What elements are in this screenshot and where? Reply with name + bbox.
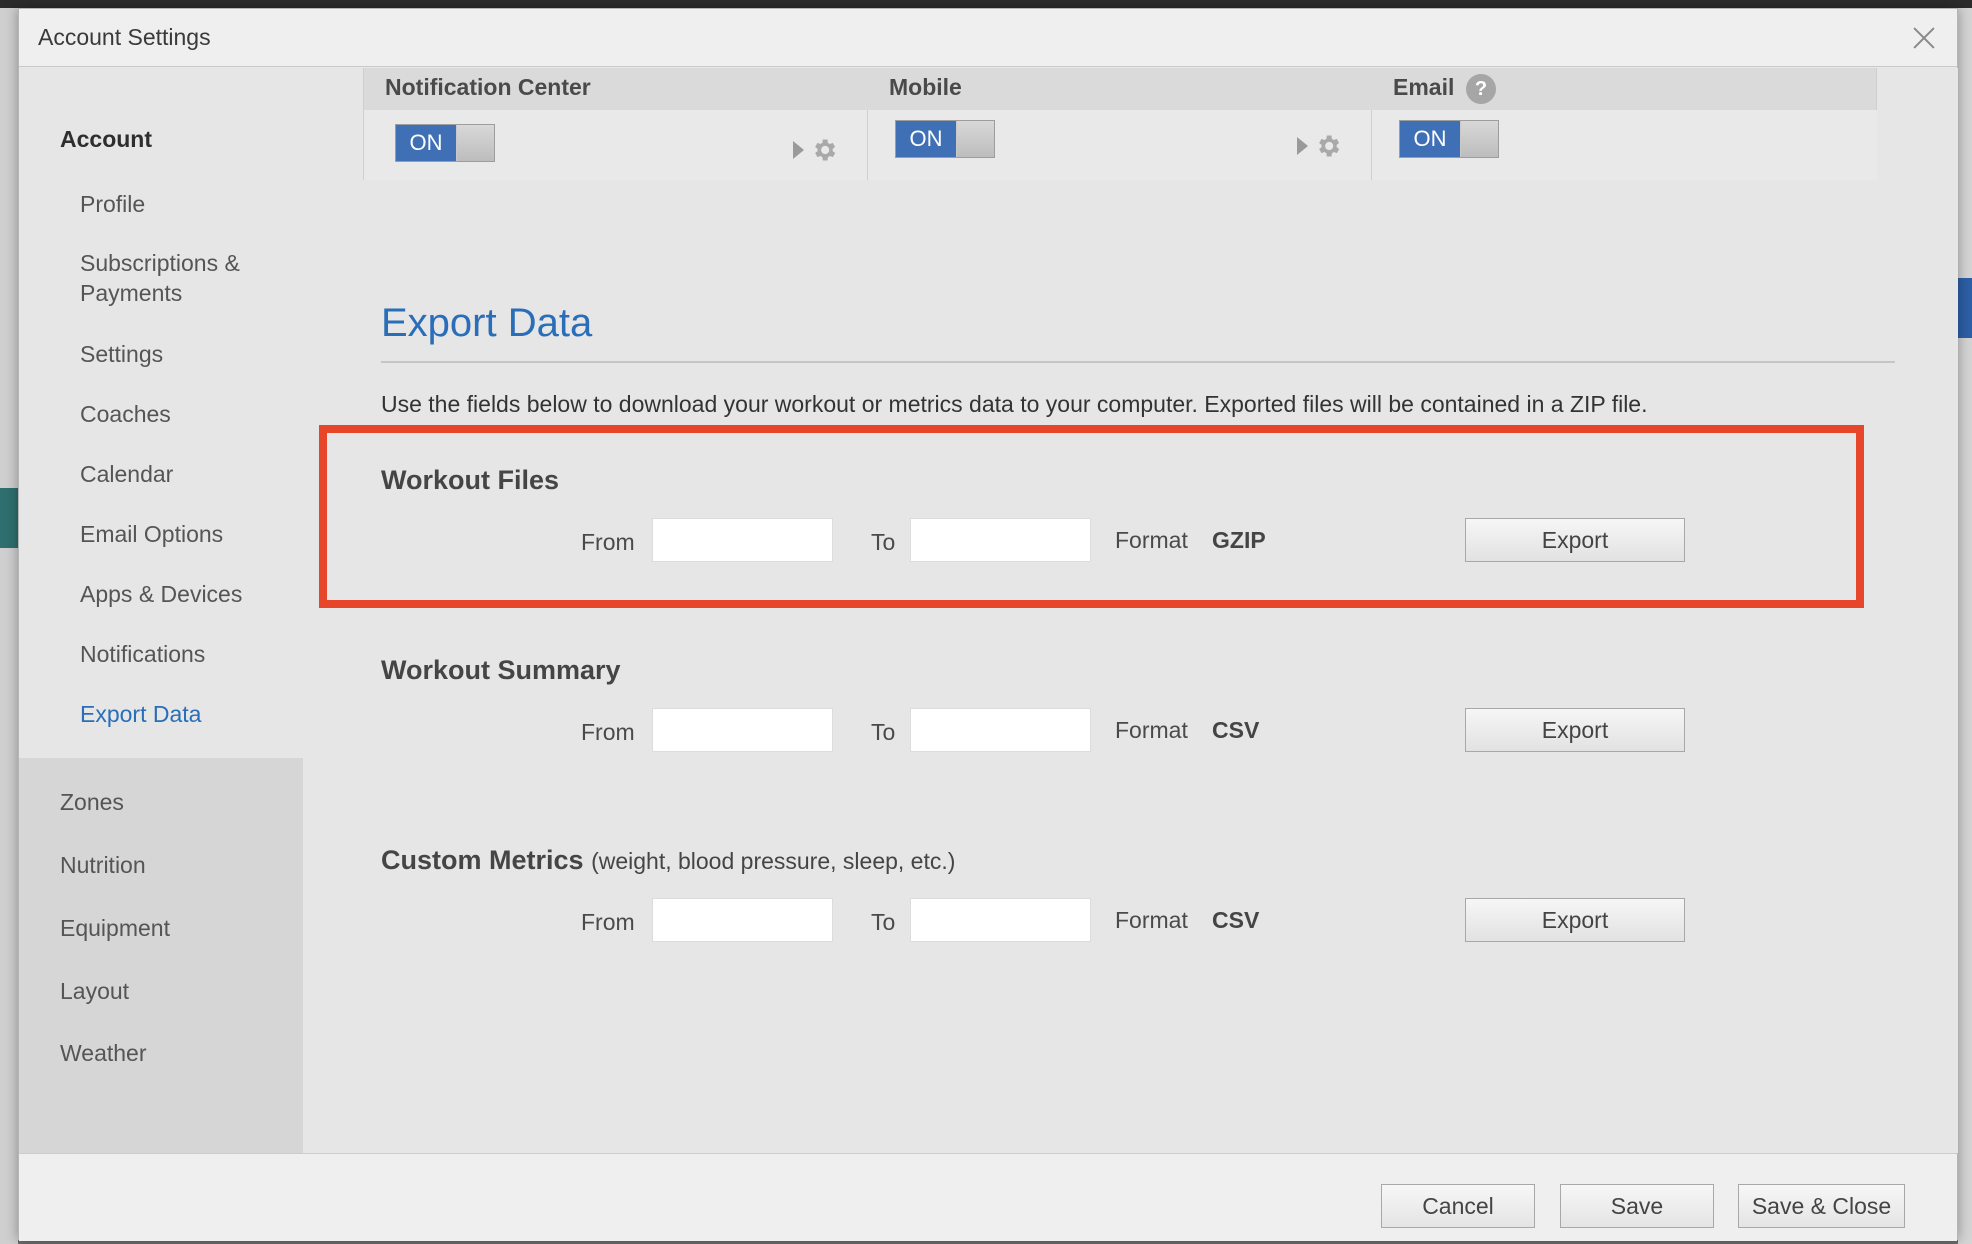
workout-files-title: Workout Files xyxy=(381,465,559,496)
modal-header: Account Settings xyxy=(19,9,1957,67)
email-title: Email xyxy=(1393,74,1455,100)
to-label: To xyxy=(871,909,896,935)
notification-center-title: Notification Center xyxy=(385,74,591,100)
sidebar-item-apps-devices[interactable]: Apps & Devices xyxy=(80,579,242,609)
sidebar-item-export-data[interactable]: Export Data xyxy=(80,699,201,729)
sidebar-section-weather[interactable]: Weather xyxy=(60,1040,147,1067)
background-accent xyxy=(1958,278,1972,338)
account-settings-modal: Account Settings Account Profile Subscri… xyxy=(18,8,1958,1241)
workout-files-from-input[interactable] xyxy=(652,518,833,562)
from-label: From xyxy=(581,719,635,745)
sidebar-section-equipment[interactable]: Equipment xyxy=(60,915,170,942)
workout-summary-format: CSV xyxy=(1212,717,1260,743)
background-accent xyxy=(0,488,18,548)
from-label: From xyxy=(581,909,635,935)
custom-metrics-to-input[interactable] xyxy=(910,898,1091,942)
modal-title: Account Settings xyxy=(38,24,211,50)
save-close-button[interactable]: Save & Close xyxy=(1738,1184,1905,1228)
sidebar-item-settings[interactable]: Settings xyxy=(80,339,163,369)
custom-metrics-export-button[interactable]: Export xyxy=(1465,898,1685,942)
from-label: From xyxy=(581,529,635,555)
notification-settings-table: Notification Center Mobile Email ? ON ON… xyxy=(363,68,1877,180)
sidebar-section-nutrition[interactable]: Nutrition xyxy=(60,852,146,879)
sidebar-item-email-options[interactable]: Email Options xyxy=(80,519,223,549)
export-group-title: Workout Files xyxy=(381,465,560,495)
export-data-title: Export Data xyxy=(381,301,593,345)
workout-summary-to-input[interactable] xyxy=(910,708,1091,752)
workout-files-format: GZIP xyxy=(1212,527,1266,553)
to-label: To xyxy=(871,719,896,745)
format-label: Format xyxy=(1115,717,1188,743)
sidebar-sections-group xyxy=(19,758,303,1153)
toggle-knob xyxy=(1461,121,1498,157)
settings-sidebar: Account Profile Subscriptions & Payments… xyxy=(19,68,303,1153)
cancel-button[interactable]: Cancel xyxy=(1381,1184,1535,1228)
toggle-on-label: ON xyxy=(1400,121,1460,157)
sidebar-section-zones[interactable]: Zones xyxy=(60,789,124,816)
export-group-title: Custom Metrics xyxy=(381,845,584,875)
section-divider xyxy=(381,361,1895,363)
sidebar-item-subscriptions[interactable]: Subscriptions & xyxy=(80,248,240,278)
sidebar-section-layout[interactable]: Layout xyxy=(60,978,129,1005)
to-label: To xyxy=(871,529,896,555)
save-button[interactable]: Save xyxy=(1560,1184,1714,1228)
sidebar-item-notifications[interactable]: Notifications xyxy=(80,639,205,669)
sidebar-header-account[interactable]: Account xyxy=(60,126,152,153)
gear-icon[interactable] xyxy=(810,136,838,164)
sidebar-item-profile[interactable]: Profile xyxy=(80,189,145,219)
export-group-subtitle: (weight, blood pressure, sleep, etc.) xyxy=(591,848,956,874)
settings-content: Notification Center Mobile Email ? ON ON… xyxy=(303,68,1958,1153)
mobile-toggle[interactable]: ON xyxy=(895,120,995,158)
notification-center-toggle[interactable]: ON xyxy=(395,124,495,162)
expand-arrow-icon[interactable] xyxy=(793,141,804,159)
custom-metrics-from-input[interactable] xyxy=(652,898,833,942)
export-description: Use the fields below to download your wo… xyxy=(381,391,1648,417)
toggle-knob xyxy=(457,125,494,161)
workout-files-to-input[interactable] xyxy=(910,518,1091,562)
toggle-knob xyxy=(957,121,994,157)
format-label: Format xyxy=(1115,527,1188,553)
toggle-on-label: ON xyxy=(896,121,956,157)
close-icon[interactable] xyxy=(1907,21,1941,55)
workout-files-export-button[interactable]: Export xyxy=(1465,518,1685,562)
sidebar-item-subscriptions-line2[interactable]: Payments xyxy=(80,278,182,308)
background-right-edge xyxy=(1958,8,1972,1244)
workout-summary-export-button[interactable]: Export xyxy=(1465,708,1685,752)
sidebar-item-calendar[interactable]: Calendar xyxy=(80,459,173,489)
custom-metrics-title: Custom Metrics (weight, blood pressure, … xyxy=(381,845,955,876)
background-left-edge xyxy=(0,8,18,1244)
expand-arrow-icon[interactable] xyxy=(1297,137,1308,155)
custom-metrics-format: CSV xyxy=(1212,907,1260,933)
mobile-title: Mobile xyxy=(889,74,962,100)
export-group-title: Workout Summary xyxy=(381,655,621,685)
background-topbar xyxy=(0,0,1972,8)
help-icon[interactable]: ? xyxy=(1466,74,1496,104)
workout-summary-title: Workout Summary xyxy=(381,655,621,686)
toggle-on-label: ON xyxy=(396,125,456,161)
format-label: Format xyxy=(1115,907,1188,933)
sidebar-item-coaches[interactable]: Coaches xyxy=(80,399,171,429)
modal-footer: Cancel Save Save & Close xyxy=(19,1153,1957,1241)
workout-summary-from-input[interactable] xyxy=(652,708,833,752)
email-toggle[interactable]: ON xyxy=(1399,120,1499,158)
gear-icon[interactable] xyxy=(1314,132,1342,160)
highlight-box xyxy=(319,425,1864,608)
